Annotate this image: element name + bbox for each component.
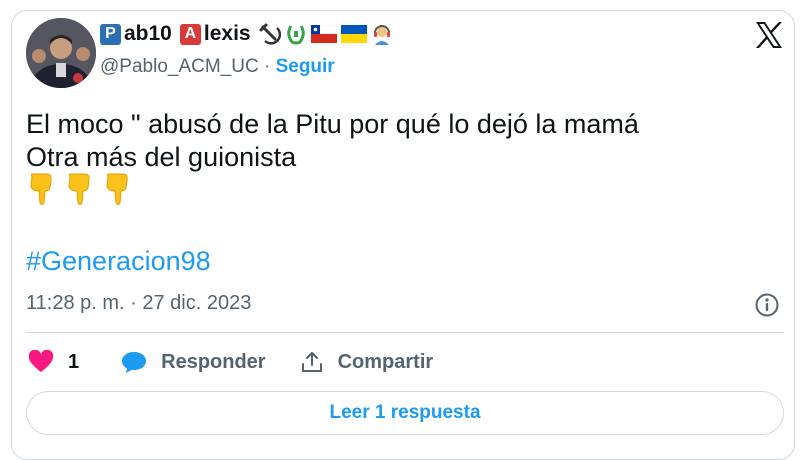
read-replies-button[interactable]: Leer 1 respuesta (26, 391, 784, 435)
author-name-part1: ab10 (124, 22, 172, 45)
like-count: 1 (68, 350, 80, 373)
chile-flag-icon (310, 25, 337, 43)
share-icon (301, 352, 322, 372)
letter-p-badge: P (100, 23, 121, 45)
author-name-part2: lexis (203, 22, 251, 45)
reply-button[interactable]: Responder (121, 350, 266, 374)
name-emojis (259, 23, 393, 45)
author-handle[interactable]: @Pablo_ACM_UC (100, 56, 259, 77)
avatar[interactable] (26, 18, 96, 88)
author-name[interactable]: P ab10 A lexis (100, 22, 393, 46)
hashtag-link[interactable]: #Generacion98 (26, 246, 211, 277)
like-button[interactable]: 1 (28, 350, 79, 374)
divider (26, 332, 784, 333)
letter-a-badge: A (179, 23, 201, 45)
tweet-timestamp[interactable]: 11:28 p. m. · 27 dic. 2023 (26, 292, 251, 315)
wreath-icon (286, 25, 305, 45)
tweet-line-1: El moco " abusó de la Pitu por qué lo de… (26, 109, 639, 139)
tweet-text: El moco " abusó de la Pitu por qué lo de… (26, 108, 639, 174)
hammer-sickle-icon (259, 23, 281, 45)
author-handle-row: @Pablo_ACM_UC · Seguir (100, 56, 335, 78)
speech-bubble-icon (122, 352, 147, 373)
share-button[interactable]: Compartir (300, 350, 434, 374)
tweet-line-2: Otra más del guionista (26, 142, 297, 172)
separator: · (263, 56, 271, 77)
follow-button[interactable]: Seguir (276, 56, 335, 77)
heart-icon (28, 350, 54, 372)
action-bar: 1 Responder Compartir (28, 350, 433, 374)
pointing-down-hand-icon (106, 173, 128, 205)
info-icon[interactable] (754, 292, 780, 318)
ukraine-flag-icon (340, 25, 367, 43)
share-label: Compartir (337, 350, 434, 373)
pointing-down-hand-icon (30, 173, 52, 205)
tweet-emojis (26, 172, 132, 206)
reply-label: Responder (161, 350, 266, 373)
pointing-down-hand-icon (68, 173, 90, 205)
x-logo-icon[interactable] (753, 19, 785, 51)
person-headphones-icon (373, 25, 390, 45)
